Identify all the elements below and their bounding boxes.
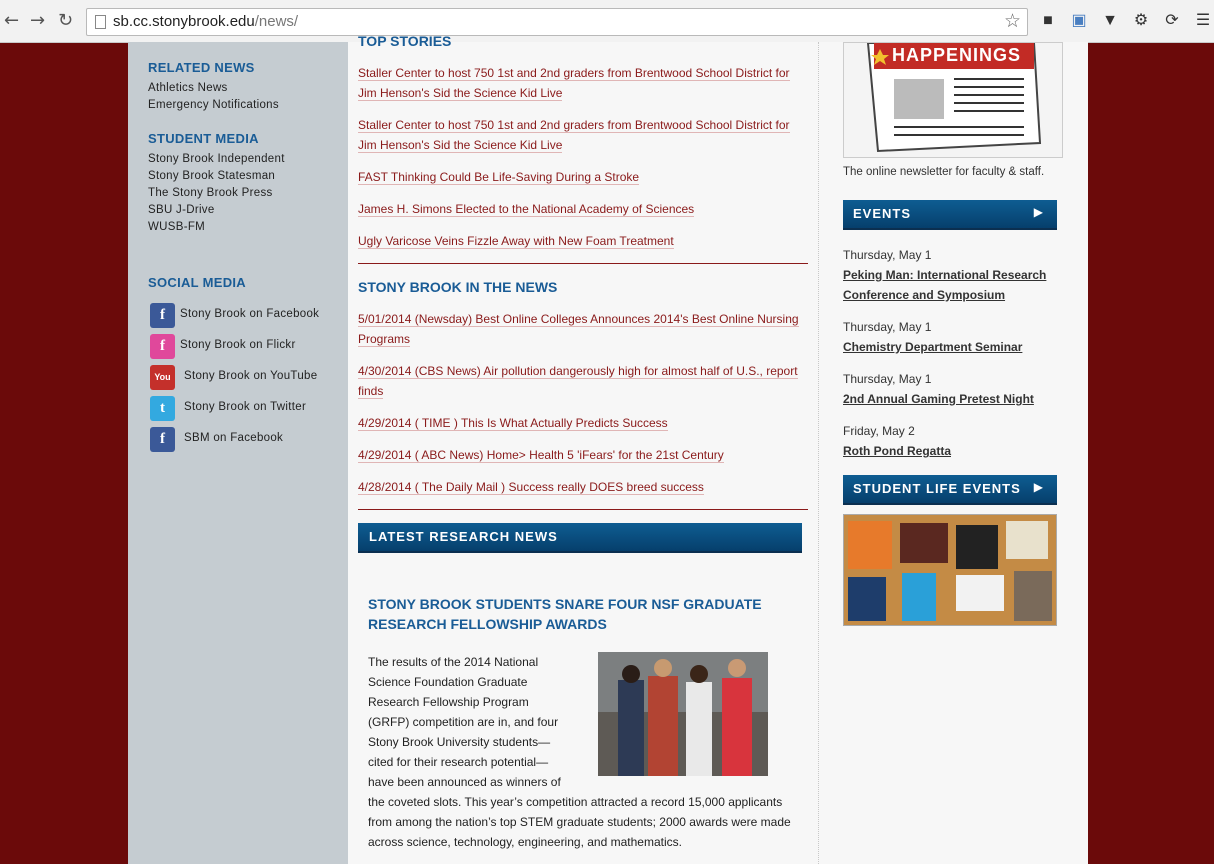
social-link-label: Stony Brook on Facebook xyxy=(180,308,320,320)
divider xyxy=(358,263,808,264)
news-link[interactable]: 4/29/2014 ( TIME ) This Is What Actually… xyxy=(358,413,808,433)
flyer xyxy=(1006,521,1048,559)
student-media-heading: STUDENT MEDIA xyxy=(148,131,259,146)
related-news-heading: RELATED NEWS xyxy=(148,60,255,75)
article-photo[interactable] xyxy=(598,652,768,776)
latest-research-bar: LATEST RESEARCH NEWS xyxy=(358,523,802,553)
flyer xyxy=(956,575,1004,611)
divider xyxy=(358,509,808,510)
event-title-link[interactable]: Roth Pond Regatta xyxy=(843,441,1063,461)
top-story-link[interactable]: James H. Simons Elected to the National … xyxy=(358,199,808,219)
social-link-label: Stony Brook on Twitter xyxy=(184,401,307,413)
page-content: RELATED NEWS Athletics News Emergency No… xyxy=(128,33,1088,864)
reload-icon[interactable]: ↻ xyxy=(58,10,73,32)
news-link[interactable]: 5/01/2014 (Newsday) Best Online Colleges… xyxy=(358,309,808,349)
events-label: EVENTS xyxy=(853,206,912,221)
events-bar[interactable]: EVENTS ▶ xyxy=(843,200,1057,230)
student-media-link[interactable]: SBU J-Drive xyxy=(148,202,215,219)
student-media-link[interactable]: Stony Brook Statesman xyxy=(148,168,275,185)
social-media-heading: SOCIAL MEDIA xyxy=(148,275,246,290)
social-link-label: SBM on Facebook xyxy=(184,432,284,444)
social-link-label: Stony Brook on YouTube xyxy=(184,370,318,382)
related-link-athletics[interactable]: Athletics News xyxy=(148,80,228,97)
event-title-link[interactable]: 2nd Annual Gaming Pretest Night xyxy=(843,389,1063,409)
play-arrow-icon: ▶ xyxy=(1033,480,1043,494)
facebook-icon: f xyxy=(150,427,175,452)
twitter-icon: t xyxy=(150,396,175,421)
pocket-icon[interactable]: ▼ xyxy=(1100,11,1120,31)
event-date: Friday, May 2 xyxy=(843,424,915,438)
left-sidebar: RELATED NEWS Athletics News Emergency No… xyxy=(128,42,348,864)
flyer xyxy=(848,521,892,569)
event-title-link[interactable]: Peking Man: International Research Confe… xyxy=(843,265,1063,305)
top-story-link[interactable]: FAST Thinking Could Be Life-Saving Durin… xyxy=(358,167,808,187)
happenings-logo-text: HAPPENINGS xyxy=(892,45,1022,65)
url-text[interactable]: sb.cc.stonybrook.edu/news/ xyxy=(113,13,298,31)
student-media-link[interactable]: WUSB-FM xyxy=(148,219,205,236)
bookmark-star-icon[interactable]: ☆ xyxy=(1004,11,1021,33)
right-sidebar: HAPPENINGS The online newsletter for fac… xyxy=(818,42,1088,864)
flyer xyxy=(1014,571,1052,621)
forward-icon[interactable]: → xyxy=(30,10,45,32)
related-link-emergency[interactable]: Emergency Notifications xyxy=(148,97,279,114)
happenings-banner[interactable]: HAPPENINGS xyxy=(843,42,1063,158)
flyer xyxy=(902,573,936,621)
page-icon xyxy=(95,15,106,29)
student-life-label: STUDENT LIFE EVENTS xyxy=(853,481,1021,496)
extension-icon[interactable]: ■ xyxy=(1038,11,1058,31)
article-text-continued: the coveted slots. This year’s competiti… xyxy=(368,795,791,849)
play-arrow-icon: ▶ xyxy=(1033,205,1043,219)
article-title-link[interactable]: STONY BROOK STUDENTS SNARE FOUR NSF GRAD… xyxy=(368,594,788,634)
back-icon[interactable]: ← xyxy=(4,10,19,32)
happenings-caption: The online newsletter for faculty & staf… xyxy=(843,166,1045,178)
event-title-link[interactable]: Chemistry Department Seminar xyxy=(843,337,1063,357)
latest-research-label: LATEST RESEARCH NEWS xyxy=(369,529,558,544)
in-the-news-heading: STONY BROOK IN THE NEWS xyxy=(358,279,558,295)
address-bar[interactable]: sb.cc.stonybrook.edu/news/ ☆ xyxy=(86,8,1028,36)
event-date: Thursday, May 1 xyxy=(843,248,932,262)
flyer xyxy=(848,577,886,621)
student-life-events-bar[interactable]: STUDENT LIFE EVENTS ▶ xyxy=(843,475,1057,505)
menu-icon[interactable]: ☰ xyxy=(1193,11,1213,31)
top-story-link[interactable]: Ugly Varicose Veins Fizzle Away with New… xyxy=(358,231,808,251)
news-link[interactable]: 4/28/2014 ( The Daily Mail ) Success rea… xyxy=(358,477,808,497)
sync-icon[interactable]: ⟳ xyxy=(1162,11,1182,31)
top-story-link[interactable]: Staller Center to host 750 1st and 2nd g… xyxy=(358,63,808,103)
gear-icon[interactable]: ⚙ xyxy=(1131,11,1151,31)
article-text: The results of the 2014 National Science… xyxy=(368,655,561,789)
news-link[interactable]: 4/30/2014 (CBS News) Air pollution dange… xyxy=(358,361,808,401)
event-date: Thursday, May 1 xyxy=(843,372,932,386)
flyer xyxy=(956,525,998,569)
youtube-icon: You xyxy=(150,365,175,390)
news-link[interactable]: 4/29/2014 ( ABC News) Home> Health 5 'iF… xyxy=(358,445,808,465)
top-story-link[interactable]: Staller Center to host 750 1st and 2nd g… xyxy=(358,115,808,155)
event-date: Thursday, May 1 xyxy=(843,320,932,334)
student-media-link[interactable]: The Stony Brook Press xyxy=(148,185,273,202)
social-link-label: Stony Brook on Flickr xyxy=(180,339,296,351)
folder-icon[interactable]: ▣ xyxy=(1069,11,1089,31)
main-column: TOP STORIES Staller Center to host 750 1… xyxy=(348,33,819,864)
student-life-bulletin-board[interactable] xyxy=(843,514,1057,626)
browser-toolbar: ← → ↻ sb.cc.stonybrook.edu/news/ ☆ ■ ▣ ▼… xyxy=(0,0,1214,43)
facebook-icon: f xyxy=(150,303,175,328)
student-media-link[interactable]: Stony Brook Independent xyxy=(148,151,285,168)
top-stories-heading: TOP STORIES xyxy=(358,33,452,49)
flyer xyxy=(900,523,948,563)
flickr-icon: f xyxy=(150,334,175,359)
